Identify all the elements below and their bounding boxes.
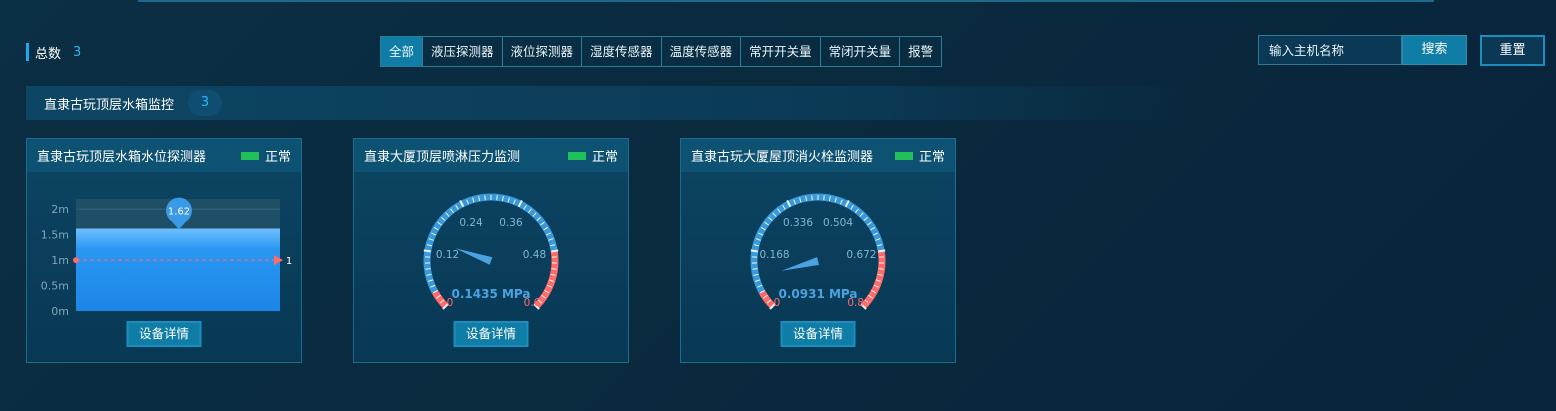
threshold-label: 1 <box>286 256 292 267</box>
y-tick-label: 0m <box>51 305 69 318</box>
tab-alarm[interactable]: 报警 <box>899 37 942 66</box>
device-detail-button[interactable]: 设备详情 <box>126 321 202 347</box>
gauge-arc-normal <box>750 193 885 294</box>
top-divider <box>138 0 1434 2</box>
reset-button[interactable]: 重置 <box>1480 35 1545 66</box>
device-detail-button[interactable]: 设备详情 <box>780 321 856 347</box>
total-count: 3 <box>73 44 82 60</box>
total-label: 总数 <box>35 46 62 62</box>
card-header: 直隶古玩顶层水箱水位探测器 正常 <box>27 139 301 172</box>
gauge-arc-low <box>758 290 776 309</box>
accent-bar <box>26 43 29 61</box>
device-card-sprinkler-pressure: 直隶大厦顶层喷淋压力监测 正常 0 0.12 0.24 0.36 0.48 0.6 0.14… <box>353 138 629 363</box>
gauge-scale-label: 0.24 <box>459 217 483 229</box>
threshold-start-dot <box>73 257 79 264</box>
device-name: 直隶古玩顶层水箱水位探测器 <box>37 150 207 165</box>
tab-humidity-sensor[interactable]: 湿度传感器 <box>581 37 661 66</box>
gauge-value-text: 0.1435 MPa <box>452 287 531 301</box>
gauge-scale-label: 0.12 <box>436 249 459 261</box>
gauge-scale-label: 0.336 <box>783 217 813 229</box>
device-card-water-level: 直隶古玩顶层水箱水位探测器 正常 2m 1.5m 1m 0.5m 0m 1 1.62 设备详… <box>26 138 302 363</box>
group-count-badge: 3 <box>188 90 223 116</box>
device-name: 直隶大厦顶层喷淋压力监测 <box>364 150 521 165</box>
tab-hydraulic-detector[interactable]: 液压探测器 <box>422 37 502 66</box>
gauge-value-text: 0.0931 MPa <box>779 287 858 301</box>
y-tick-label: 1.5m <box>41 229 69 242</box>
gauge-scale-label: 0.48 <box>523 249 546 261</box>
pressure-gauge: 00.120.24 0.360.480.60.1435 MPa <box>423 193 559 310</box>
tab-normally-closed[interactable]: 常闭开关量 <box>819 37 900 66</box>
y-tick-label: 2m <box>51 203 69 216</box>
y-tick-label: 1m <box>51 254 69 267</box>
device-name: 直隶古玩大厦屋顶消火栓监测器 <box>691 150 874 165</box>
y-tick-label: 0.5m <box>41 280 69 293</box>
tab-level-detector[interactable]: 液位探测器 <box>501 37 582 66</box>
status-indicator <box>894 151 913 160</box>
status-indicator <box>567 151 586 160</box>
tab-normally-open[interactable]: 常开开关量 <box>740 37 820 66</box>
status-indicator <box>240 151 259 160</box>
gauge-scale-label: 0.504 <box>823 217 853 229</box>
group-title: 直隶古玩顶层水箱监控 <box>44 97 175 113</box>
device-detail-button[interactable]: 设备详情 <box>453 321 529 347</box>
gauge-tick <box>878 249 886 253</box>
pressure-gauge: 00.1680.336 0.5040.6720.840.0931 MPa <box>750 193 886 310</box>
gauge-pointer <box>455 248 493 265</box>
status-text: 正常 <box>264 150 291 165</box>
device-card-hydrant-monitor: 直隶古玩大厦屋顶消火栓监测器 正常 0 0.168 0.336 0.504 0.672 0… <box>680 138 956 363</box>
gauge-tick <box>423 249 431 253</box>
group-header: 直隶古玩顶层水箱监控 3 <box>26 86 1186 120</box>
gauge-scale-label: 0.672 <box>846 249 876 261</box>
gauge-tick <box>752 268 758 270</box>
gauge-tick <box>551 249 559 253</box>
tab-temperature-sensor[interactable]: 温度传感器 <box>660 37 741 66</box>
gauge-tick <box>551 268 557 270</box>
total-summary: 总数 3 <box>26 42 81 62</box>
gauge-scale-label: 0.168 <box>760 249 790 261</box>
water-level-chart: 2m 1.5m 1m 0.5m 0m 1 1.62 <box>41 197 292 318</box>
card-header: 直隶古玩大厦屋顶消火栓监测器 正常 <box>681 139 955 172</box>
tab-all[interactable]: 全部 <box>381 37 423 66</box>
value-pin-label: 1.62 <box>168 207 190 218</box>
search-button[interactable]: 搜索 <box>1402 35 1467 65</box>
status-text: 正常 <box>918 150 945 165</box>
host-search-input[interactable] <box>1258 35 1402 65</box>
status-text: 正常 <box>591 150 618 165</box>
gauge-tick <box>425 268 431 270</box>
gauge-arc-low <box>431 290 449 309</box>
gauge-tick <box>878 268 884 270</box>
gauge-arc-normal <box>423 193 558 294</box>
water-level-fill <box>76 228 280 311</box>
gauge-scale-label: 0.36 <box>499 217 523 229</box>
filter-tabs: 全部 液压探测器 液位探测器 湿度传感器 温度传感器 常开开关量 常闭开关量 报… <box>380 36 943 67</box>
gauge-tick <box>750 249 758 253</box>
card-header: 直隶大厦顶层喷淋压力监测 正常 <box>354 139 628 172</box>
